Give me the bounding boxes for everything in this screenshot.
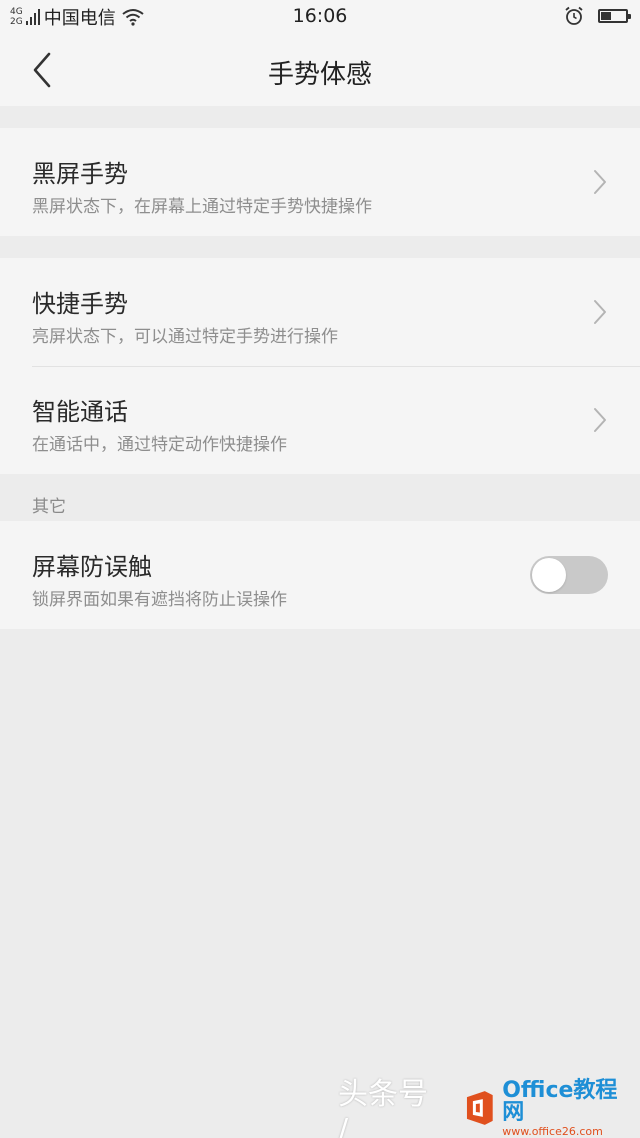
section-gestures: 快捷手势 亮屏状态下，可以通过特定手势进行操作 智能通话 在通话中，通过特定动作… xyxy=(0,258,640,474)
setting-row-smart-call[interactable]: 智能通话 在通话中，通过特定动作快捷操作 xyxy=(0,366,640,474)
watermark-brand: Office教程网 www.office26.com xyxy=(502,1077,638,1138)
page-title: 手势体感 xyxy=(267,60,372,90)
office-logo-icon xyxy=(466,1091,493,1125)
section-other: 屏幕防误触 锁屏界面如果有遮挡将防止误操作 xyxy=(0,521,640,629)
row-subtitle: 在通话中，通过特定动作快捷操作 xyxy=(32,435,287,455)
watermark-logo: Office教程网 www.office26.com xyxy=(463,1077,638,1138)
status-bar: 4G 2G 中国电信 16:06 xyxy=(0,0,640,34)
setting-row-quick-gesture[interactable]: 快捷手势 亮屏状态下，可以通过特定手势进行操作 xyxy=(0,258,640,366)
row-subtitle: 锁屏界面如果有遮挡将防止误操作 xyxy=(32,590,287,610)
battery-icon xyxy=(598,9,631,23)
watermark-brand-name: Office教程网 xyxy=(502,1077,618,1125)
anti-mistouch-toggle[interactable] xyxy=(530,556,608,594)
watermark-url: www.office26.com xyxy=(502,1124,603,1138)
chevron-right-icon xyxy=(594,408,606,432)
alarm-icon xyxy=(565,6,583,25)
section-screen-off: 黑屏手势 黑屏状态下，在屏幕上通过特定手势快捷操作 xyxy=(0,128,640,236)
status-time: 16:06 xyxy=(292,5,348,27)
chevron-right-icon xyxy=(594,170,606,194)
setting-row-anti-mistouch: 屏幕防误触 锁屏界面如果有遮挡将防止误操作 xyxy=(0,521,640,629)
screen: 4G 2G 中国电信 16:06 手势体感 黑屏手势 黑屏状态下，在屏幕上通过特… xyxy=(0,0,640,1138)
toggle-knob xyxy=(532,558,566,592)
row-subtitle: 亮屏状态下，可以通过特定手势进行操作 xyxy=(32,327,338,347)
setting-row-screen-off-gesture[interactable]: 黑屏手势 黑屏状态下，在屏幕上通过特定手势快捷操作 xyxy=(0,128,640,236)
row-title: 快捷手势 xyxy=(32,290,128,318)
battery-fill xyxy=(601,12,611,20)
row-title: 智能通话 xyxy=(32,398,128,426)
watermark: 头条号 / Office教程网 www.office26.com xyxy=(338,1077,638,1138)
row-title: 黑屏手势 xyxy=(32,160,128,188)
status-right xyxy=(564,6,631,26)
section-header-other: 其它 xyxy=(32,497,66,517)
row-subtitle: 黑屏状态下，在屏幕上通过特定手势快捷操作 xyxy=(32,197,372,217)
chevron-right-icon xyxy=(594,300,606,324)
title-bar: 手势体感 xyxy=(0,34,640,106)
watermark-text: 头条号 / xyxy=(338,1076,428,1138)
row-title: 屏幕防误触 xyxy=(32,553,152,581)
